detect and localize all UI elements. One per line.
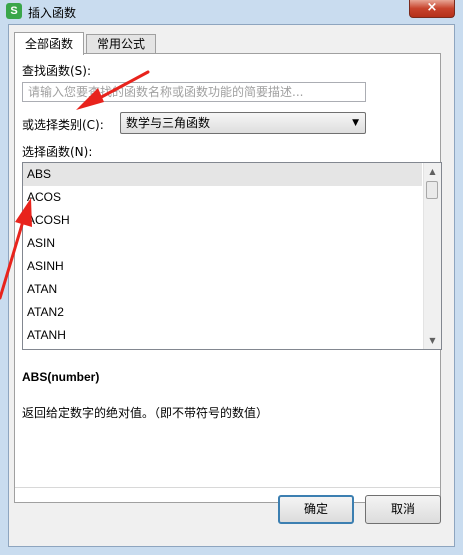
- cancel-button[interactable]: 取消: [365, 495, 441, 524]
- category-dropdown[interactable]: 数学与三角函数 ▼: [120, 112, 366, 134]
- tab-all-functions[interactable]: 全部函数: [14, 32, 85, 55]
- list-item[interactable]: ATAN2: [23, 301, 422, 324]
- list-item[interactable]: ASIN: [23, 232, 422, 255]
- list-item[interactable]: ATANH: [23, 324, 422, 347]
- category-selected-value: 数学与三角函数: [126, 116, 211, 130]
- tab-panel: 查找函数(S): 或选择类别(C): 数学与三角函数 ▼ 选择函数(N): AB…: [14, 53, 442, 503]
- function-description: 返回给定数字的绝对值。（即不带符号的数值）: [22, 406, 269, 420]
- wps-app-icon: S: [6, 3, 22, 19]
- dialog-body: 全部函数 常用公式 查找函数(S): 或选择类别(C): 数学与三角函数 ▼ 选…: [8, 24, 455, 547]
- function-list-label: 选择函数(N):: [22, 145, 93, 159]
- list-item[interactable]: ASINH: [23, 255, 422, 278]
- title-bar: S 插入函数 ×: [0, 0, 463, 24]
- search-label: 查找函数(S):: [22, 64, 92, 78]
- function-listbox[interactable]: ABS ACOS ACOSH ASIN ASINH ATAN ATAN2 ATA…: [22, 162, 442, 350]
- list-item[interactable]: ACOS: [23, 186, 422, 209]
- category-label: 或选择类别(C):: [22, 118, 104, 132]
- close-button[interactable]: ×: [409, 0, 455, 18]
- divider: [15, 487, 440, 488]
- dropdown-arrow-icon: ▼: [352, 118, 359, 128]
- list-item[interactable]: ACOSH: [23, 209, 422, 232]
- tab-common-formulas[interactable]: 常用公式: [86, 34, 157, 54]
- search-input[interactable]: [22, 82, 366, 102]
- list-item[interactable]: ATAN: [23, 278, 422, 301]
- scroll-down-arrow-icon[interactable]: ▼: [424, 332, 441, 349]
- window-title: 插入函数: [28, 6, 77, 20]
- list-item[interactable]: ABS: [23, 163, 422, 186]
- ok-button[interactable]: 确定: [278, 495, 354, 524]
- vertical-scrollbar[interactable]: ▲ ▼: [423, 163, 441, 349]
- scroll-up-arrow-icon[interactable]: ▲: [424, 163, 441, 180]
- scroll-thumb[interactable]: [426, 181, 438, 199]
- function-signature: ABS(number): [22, 370, 100, 384]
